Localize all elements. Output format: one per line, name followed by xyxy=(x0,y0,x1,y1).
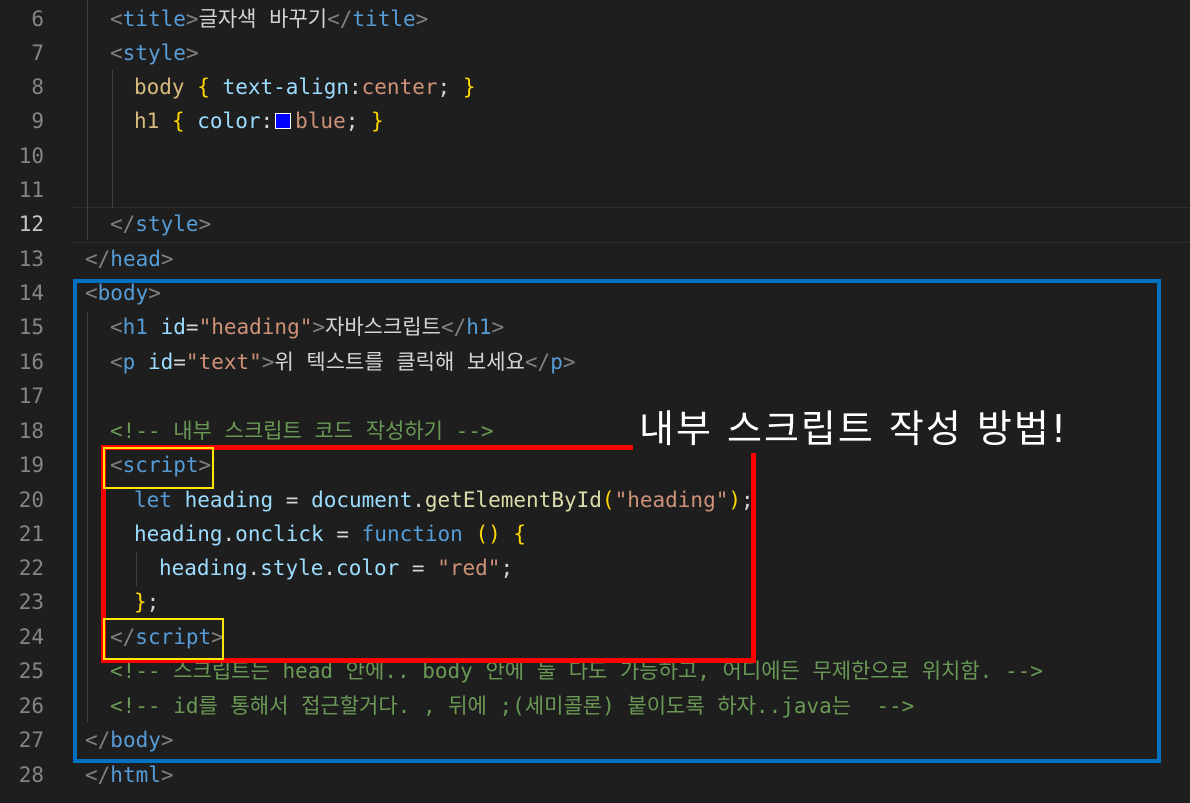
code-line-7: <style> xyxy=(110,41,199,65)
line-number-active: 12 xyxy=(18,212,44,236)
line-number: 20 xyxy=(18,488,44,512)
line-number: 19 xyxy=(18,453,44,477)
line-number: 22 xyxy=(18,556,44,580)
line-number: 23 xyxy=(18,590,44,614)
line-number: 14 xyxy=(18,281,44,305)
indent-guide xyxy=(87,0,88,240)
css-property: color xyxy=(197,109,261,133)
script-open-tag-highlight xyxy=(103,447,214,489)
code-editor[interactable]: 6 7 8 9 10 11 12 13 14 15 16 17 18 19 20… xyxy=(0,0,1190,803)
line-number: 27 xyxy=(18,728,44,752)
code-line-28: </html> xyxy=(85,763,174,787)
css-property: text-align xyxy=(222,75,349,99)
line-number: 15 xyxy=(18,315,44,339)
code-line-13: </head> xyxy=(85,247,174,271)
code-line-9: h1 { color: blue; } xyxy=(134,109,384,133)
color-swatch-icon[interactable] xyxy=(275,113,292,129)
line-number: 13 xyxy=(18,247,44,271)
annotation-label: 내부 스크립트 작성 방법! xyxy=(633,398,1075,453)
line-number: 21 xyxy=(18,522,44,546)
line-number: 24 xyxy=(18,625,44,649)
script-close-tag-highlight xyxy=(103,618,224,660)
line-number: 6 xyxy=(31,7,44,31)
line-number: 18 xyxy=(18,419,44,443)
line-number: 26 xyxy=(18,694,44,718)
line-number: 11 xyxy=(18,178,44,202)
line-number: 16 xyxy=(18,350,44,374)
line-number: 28 xyxy=(18,763,44,787)
line-number: 8 xyxy=(31,75,44,99)
css-value: blue xyxy=(295,109,346,133)
code-line-8: body { text-align:center; } xyxy=(134,75,476,99)
line-number: 10 xyxy=(18,144,44,168)
indent-guide xyxy=(112,70,113,208)
css-value: center xyxy=(361,75,438,99)
line-number: 9 xyxy=(31,109,44,133)
line-number: 17 xyxy=(18,384,44,408)
line-number: 7 xyxy=(31,41,44,65)
code-line-6: <title>글자색 바꾸기</title> xyxy=(110,7,429,31)
line-number: 25 xyxy=(18,659,44,683)
title-text: 글자색 바꾸기 xyxy=(198,7,328,31)
code-line-12: </style> xyxy=(110,212,212,236)
